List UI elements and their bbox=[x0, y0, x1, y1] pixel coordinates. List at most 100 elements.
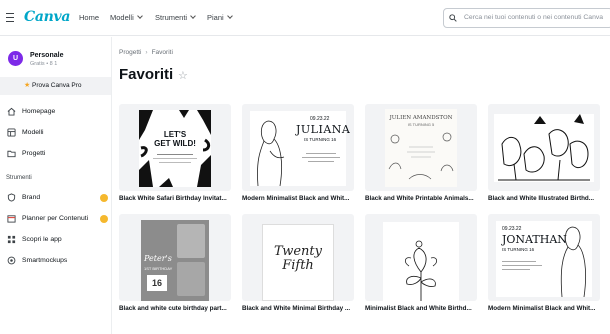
design-card[interactable]: 09.23.22 JONATHAN IS TURNING 16 Modern M… bbox=[488, 214, 600, 312]
chevron-down-icon bbox=[190, 13, 196, 19]
thumb-doc: LET'S GET WILD! bbox=[139, 110, 211, 187]
sidebar: U Personale Gratis • 8 1 ★ Prova Canva P… bbox=[0, 37, 112, 334]
sidebar-item-mockups[interactable]: Smartmockups bbox=[0, 255, 111, 269]
party-illustration bbox=[498, 114, 590, 181]
zebra-pattern bbox=[139, 110, 211, 187]
account-name[interactable]: Personale bbox=[30, 52, 63, 59]
design-card[interactable]: Black and White Illustrated Birthd... bbox=[488, 104, 600, 202]
design-title: Black and white cute birthday part... bbox=[119, 305, 227, 312]
templates-icon bbox=[7, 128, 16, 137]
sidebar-item-projects[interactable]: Progetti bbox=[0, 148, 111, 162]
search-input[interactable]: Cerca nei tuoi contenuti o nei contenuti… bbox=[443, 8, 610, 28]
line-art-illustration bbox=[257, 120, 285, 186]
design-thumbnail[interactable]: 09.23.22 JULIANA IS TURNING 16 bbox=[242, 104, 354, 191]
thumb-text: Twenty bbox=[274, 244, 322, 259]
sidebar-item-homepage[interactable]: Homepage bbox=[0, 106, 111, 120]
thumb-doc: Twenty Fifth bbox=[262, 224, 334, 301]
search-placeholder: Cerca nei tuoi contenuti o nei contenuti… bbox=[464, 14, 604, 21]
flower-illustration bbox=[405, 240, 437, 301]
sidebar-item-label: Smartmockups bbox=[22, 257, 68, 264]
try-pro-label: Prova Canva Pro bbox=[32, 82, 82, 89]
animals-illustration bbox=[388, 132, 454, 180]
sidebar-item-label: Modelli bbox=[22, 129, 44, 136]
design-thumbnail[interactable] bbox=[488, 104, 600, 191]
tools-heading: Strumenti bbox=[6, 175, 32, 181]
design-thumbnail[interactable]: 09.23.22 JONATHAN IS TURNING 16 bbox=[488, 214, 600, 301]
design-card[interactable]: Minimalist Black and White Birthd... bbox=[365, 214, 477, 312]
star-outline-icon[interactable]: ☆ bbox=[178, 69, 188, 82]
nav-tools[interactable]: Strumenti bbox=[155, 13, 196, 22]
avatar[interactable]: U bbox=[8, 51, 23, 66]
design-thumbnail[interactable]: Twenty Fifth bbox=[242, 214, 354, 301]
sidebar-item-label: Brand bbox=[22, 194, 41, 201]
thumb-text: 09.23.22 bbox=[310, 116, 330, 122]
design-thumbnail[interactable]: LET'S GET WILD! bbox=[119, 104, 231, 191]
thumb-script: Twenty Fifth bbox=[263, 245, 333, 273]
sidebar-item-apps[interactable]: Scopri le app bbox=[0, 234, 111, 248]
page-title: Favoriti bbox=[119, 66, 174, 83]
design-title: Black and White Minimal Birthday ... bbox=[242, 305, 351, 312]
search-icon bbox=[449, 14, 457, 22]
menu-icon[interactable] bbox=[6, 13, 14, 22]
folder-icon bbox=[7, 150, 16, 158]
chevron-down-icon bbox=[226, 13, 233, 19]
thumb-text: JULIANA bbox=[296, 123, 351, 136]
thumb-doc: 09.23.22 JULIANA IS TURNING 16 bbox=[250, 111, 350, 186]
thumb-text: GET WILD! bbox=[154, 139, 196, 148]
breadcrumb-projects[interactable]: Progetti bbox=[119, 49, 141, 56]
design-card[interactable]: Peter's 1ST BIRTHDAY 16 Black and white … bbox=[119, 214, 231, 312]
chevron-down-icon bbox=[136, 13, 143, 19]
design-thumbnail[interactable]: Peter's 1ST BIRTHDAY 16 bbox=[119, 214, 231, 301]
sidebar-item-label: Scopri le app bbox=[22, 236, 62, 243]
thumb-doc: 09.23.22 JONATHAN IS TURNING 16 bbox=[496, 221, 592, 297]
design-title: Minimalist Black and White Birthd... bbox=[365, 305, 472, 312]
design-title: Black White Safari Birthday Invitat... bbox=[119, 195, 227, 202]
design-title: Modern Minimalist Black and Whit... bbox=[488, 305, 596, 312]
thumb-doc bbox=[494, 114, 594, 182]
mockups-icon bbox=[7, 256, 16, 265]
star-icon: ★ bbox=[24, 82, 31, 89]
nav-home-label: Home bbox=[79, 13, 100, 22]
thumb-doc bbox=[383, 222, 459, 301]
nav-models[interactable]: Modelli bbox=[110, 13, 143, 22]
sidebar-item-models[interactable]: Modelli bbox=[0, 127, 111, 141]
design-card[interactable]: 09.23.22 JULIANA IS TURNING 16 Modern Mi… bbox=[242, 104, 354, 202]
thumb-doc: Peter's 1ST BIRTHDAY 16 bbox=[141, 220, 209, 301]
thumb-text: 16 bbox=[147, 275, 167, 291]
sidebar-item-planner[interactable]: Planner per Contenuti bbox=[0, 213, 111, 227]
nav-plans-label: Piani bbox=[207, 13, 224, 22]
thumb-text: LET'S bbox=[163, 130, 187, 139]
thumb-text: 09.23.22 bbox=[502, 226, 522, 232]
apps-icon bbox=[7, 235, 16, 244]
nav-tools-label: Strumenti bbox=[155, 13, 188, 22]
sidebar-item-brand[interactable]: Brand bbox=[0, 192, 111, 206]
nav-plans[interactable]: Piani bbox=[207, 13, 233, 22]
thumb-text: Fifth bbox=[282, 258, 314, 273]
sidebar-item-label: Planner per Contenuti bbox=[22, 215, 89, 222]
thumb-headline: LET'S GET WILD! bbox=[139, 130, 211, 148]
sidebar-item-label: Progetti bbox=[22, 150, 46, 157]
nav-models-label: Modelli bbox=[110, 13, 134, 22]
thumb-text: 1ST BIRTHDAY bbox=[144, 266, 173, 271]
breadcrumb-separator: › bbox=[145, 49, 148, 56]
design-card[interactable]: Twenty Fifth Black and White Minimal Bir… bbox=[242, 214, 354, 312]
brand-icon bbox=[7, 193, 16, 202]
home-icon bbox=[7, 107, 16, 116]
line-art-illustration bbox=[560, 226, 586, 297]
thumb-text: IS TURNING 16 bbox=[304, 137, 337, 142]
design-card[interactable]: LET'S GET WILD! Black White Safari Birth… bbox=[119, 104, 231, 202]
canva-logo[interactable]: Canva bbox=[24, 9, 70, 25]
crown-icon bbox=[100, 194, 108, 202]
design-card[interactable]: JULIEN AMANDSTON IS TURNING 5 Black and … bbox=[365, 104, 477, 202]
design-title: Modern Minimalist Black and Whit... bbox=[242, 195, 350, 202]
design-title: Black and White Illustrated Birthd... bbox=[488, 195, 595, 202]
try-pro-button[interactable]: ★ Prova Canva Pro bbox=[0, 77, 111, 95]
design-thumbnail[interactable]: JULIEN AMANDSTON IS TURNING 5 bbox=[365, 104, 477, 191]
top-bar: Canva Home Modelli Strumenti Piani Cerca… bbox=[0, 0, 610, 36]
design-thumbnail[interactable] bbox=[365, 214, 477, 301]
nav-home[interactable]: Home bbox=[79, 13, 99, 22]
sidebar-item-label: Homepage bbox=[22, 108, 56, 115]
breadcrumb-current: Favoriti bbox=[151, 49, 173, 56]
thumb-doc: JULIEN AMANDSTON IS TURNING 5 bbox=[385, 109, 457, 187]
thumb-text: IS TURNING 16 bbox=[502, 247, 535, 252]
